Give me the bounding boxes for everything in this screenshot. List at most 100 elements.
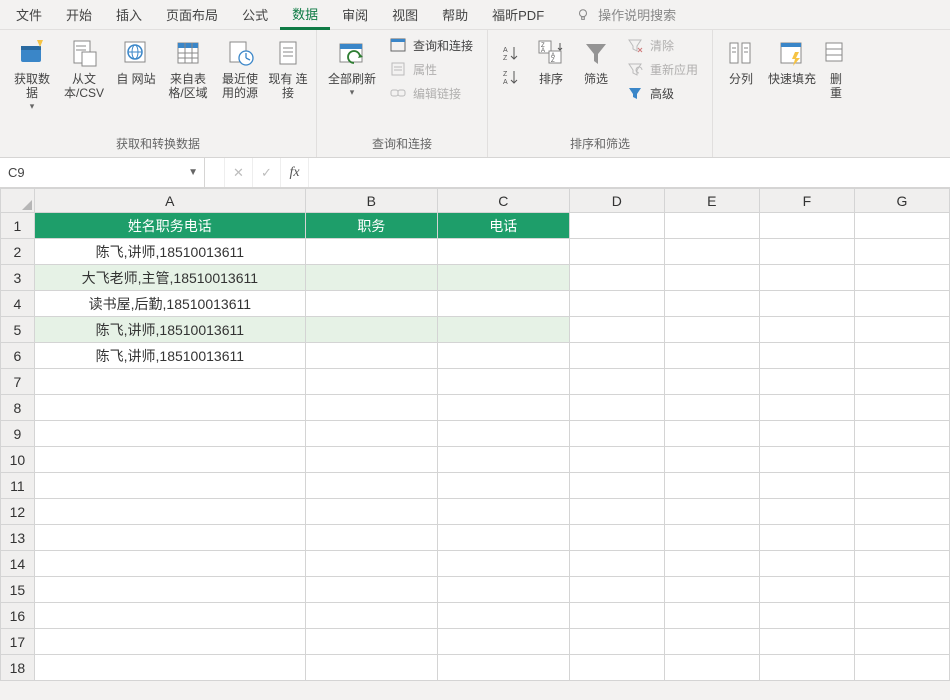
cell[interactable]	[569, 655, 664, 681]
cell[interactable]	[854, 291, 949, 317]
cell[interactable]	[854, 655, 949, 681]
cell[interactable]	[34, 603, 305, 629]
cell[interactable]	[569, 369, 664, 395]
cell[interactable]	[305, 395, 437, 421]
row-header[interactable]: 15	[1, 577, 35, 603]
cell[interactable]	[305, 369, 437, 395]
cell[interactable]	[437, 603, 569, 629]
cell[interactable]	[664, 317, 759, 343]
cell[interactable]	[305, 473, 437, 499]
cell[interactable]	[759, 551, 854, 577]
cell[interactable]	[854, 421, 949, 447]
from-web-button[interactable]: 自 网站	[110, 34, 162, 88]
menu-data[interactable]: 数据	[280, 0, 330, 30]
cell[interactable]	[664, 291, 759, 317]
cell[interactable]	[569, 317, 664, 343]
cell[interactable]	[305, 525, 437, 551]
cell[interactable]	[34, 447, 305, 473]
cell[interactable]	[34, 655, 305, 681]
cell[interactable]: 陈飞,讲师,18510013611	[34, 317, 305, 343]
cell[interactable]	[854, 499, 949, 525]
chevron-down-icon[interactable]: ▼	[188, 167, 198, 178]
cell[interactable]	[759, 447, 854, 473]
text-to-columns-button[interactable]: 分列	[719, 34, 763, 88]
cell[interactable]	[34, 629, 305, 655]
cell[interactable]	[664, 499, 759, 525]
cell[interactable]	[437, 395, 569, 421]
cell[interactable]	[437, 655, 569, 681]
cell[interactable]	[854, 343, 949, 369]
menu-help[interactable]: 帮助	[430, 1, 480, 28]
cell[interactable]	[854, 239, 949, 265]
cell[interactable]	[664, 655, 759, 681]
cell[interactable]	[34, 551, 305, 577]
cell[interactable]	[437, 473, 569, 499]
cell[interactable]	[569, 213, 664, 239]
cell[interactable]	[664, 239, 759, 265]
col-header-C[interactable]: C	[437, 189, 569, 213]
cell[interactable]	[569, 291, 664, 317]
cell[interactable]	[854, 395, 949, 421]
cell[interactable]	[437, 317, 569, 343]
row-header[interactable]: 5	[1, 317, 35, 343]
cell[interactable]	[664, 421, 759, 447]
cell[interactable]	[759, 213, 854, 239]
cell[interactable]	[854, 603, 949, 629]
cell[interactable]: 陈飞,讲师,18510013611	[34, 239, 305, 265]
cell[interactable]	[34, 369, 305, 395]
cell[interactable]	[759, 525, 854, 551]
cell[interactable]	[305, 499, 437, 525]
cell[interactable]	[664, 369, 759, 395]
cell[interactable]	[569, 343, 664, 369]
queries-connections-button[interactable]: 查询和连接	[385, 34, 477, 56]
row-header[interactable]: 2	[1, 239, 35, 265]
cell[interactable]	[437, 577, 569, 603]
cell[interactable]	[569, 265, 664, 291]
cell[interactable]	[759, 655, 854, 681]
row-header[interactable]: 14	[1, 551, 35, 577]
cell[interactable]	[759, 239, 854, 265]
cell[interactable]	[664, 265, 759, 291]
cell[interactable]	[305, 421, 437, 447]
cell[interactable]	[664, 603, 759, 629]
cell[interactable]	[854, 525, 949, 551]
col-header-G[interactable]: G	[854, 189, 949, 213]
cell[interactable]	[305, 551, 437, 577]
refresh-all-button[interactable]: 全部刷新 ▾	[323, 34, 381, 100]
row-header[interactable]: 8	[1, 395, 35, 421]
cell[interactable]	[854, 213, 949, 239]
insert-function-button[interactable]: fx	[281, 158, 309, 187]
row-header[interactable]: 3	[1, 265, 35, 291]
cell[interactable]	[854, 369, 949, 395]
cell[interactable]	[437, 447, 569, 473]
row-header[interactable]: 4	[1, 291, 35, 317]
col-header-E[interactable]: E	[664, 189, 759, 213]
cell[interactable]	[34, 473, 305, 499]
cell[interactable]	[759, 369, 854, 395]
menu-foxitpdf[interactable]: 福昕PDF	[480, 1, 556, 28]
cell[interactable]	[437, 239, 569, 265]
cell[interactable]	[437, 265, 569, 291]
row-header[interactable]: 10	[1, 447, 35, 473]
cell[interactable]	[854, 265, 949, 291]
cell[interactable]: 读书屋,后勤,18510013611	[34, 291, 305, 317]
cell[interactable]	[437, 369, 569, 395]
cell[interactable]	[664, 343, 759, 369]
cell[interactable]	[664, 395, 759, 421]
spreadsheet-grid[interactable]: A B C D E F G 1姓名职务电话职务电话2陈飞,讲师,18510013…	[0, 188, 950, 681]
row-header[interactable]: 18	[1, 655, 35, 681]
row-header[interactable]: 6	[1, 343, 35, 369]
cell[interactable]: 电话	[437, 213, 569, 239]
cell[interactable]	[664, 551, 759, 577]
cell[interactable]	[759, 265, 854, 291]
cell[interactable]	[34, 577, 305, 603]
col-header-B[interactable]: B	[305, 189, 437, 213]
row-header[interactable]: 7	[1, 369, 35, 395]
cell[interactable]	[759, 421, 854, 447]
cell[interactable]	[569, 499, 664, 525]
cell[interactable]	[305, 291, 437, 317]
cell[interactable]	[664, 629, 759, 655]
recent-sources-button[interactable]: 最近使 用的源	[214, 34, 266, 102]
cell[interactable]	[437, 421, 569, 447]
formula-input[interactable]	[309, 158, 950, 187]
